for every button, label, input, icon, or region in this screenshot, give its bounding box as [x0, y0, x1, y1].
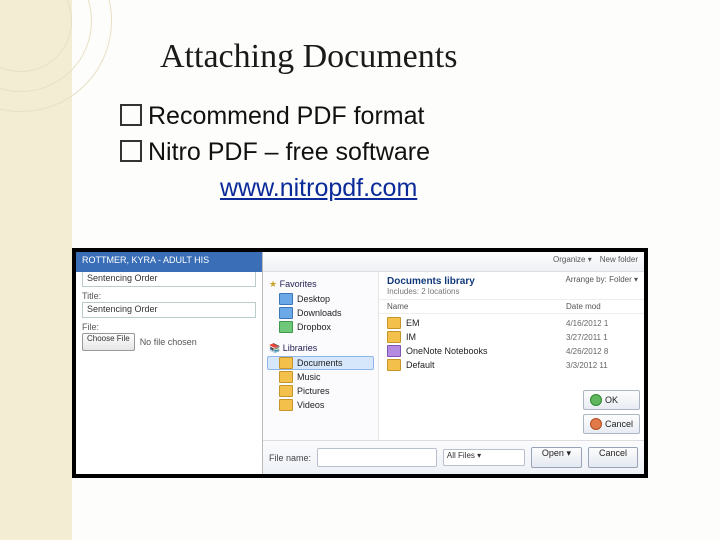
app-action-buttons: OK Cancel	[583, 390, 640, 434]
file-row[interactable]: IM3/27/2011 1	[387, 330, 636, 344]
library-subtitle: Includes: 2 locations	[379, 287, 644, 300]
dialog-nav-pane: ★ Favorites Desktop Downloads Dropbox 📚 …	[263, 272, 379, 440]
toolbar-newfolder[interactable]: New folder	[600, 255, 638, 268]
folder-icon	[387, 359, 401, 371]
choose-file-status: No file chosen	[140, 337, 197, 347]
music-icon	[279, 371, 293, 383]
nitropdf-link[interactable]: www.nitropdf.com	[220, 172, 430, 206]
bullet-text-1: Recommend PDF format	[148, 100, 424, 134]
file-row[interactable]: EM4/16/2012 1	[387, 316, 636, 330]
dialog-bottom-bar: File name: All Files ▾ Open ▾ Cancel	[263, 440, 644, 474]
dropbox-icon	[279, 321, 293, 333]
folder-icon	[387, 317, 401, 329]
videos-icon	[279, 399, 293, 411]
nav-header-libraries: 📚 Libraries	[269, 343, 374, 354]
documents-icon	[279, 357, 293, 369]
nav-item-music[interactable]: Music	[267, 370, 374, 384]
cancel-icon	[590, 418, 602, 430]
screenshot-frame: ROTTMER, KYRA - ADULT HIS Type: Sentenci…	[72, 248, 648, 478]
toolbar-organize[interactable]: Organize ▾	[553, 255, 592, 268]
nav-item-videos[interactable]: Videos	[267, 398, 374, 412]
open-button[interactable]: Open ▾	[531, 447, 582, 468]
folder-icon	[387, 331, 401, 343]
file-row[interactable]: Default3/3/2012 11	[387, 358, 636, 372]
ok-icon	[590, 394, 602, 406]
file-row[interactable]: OneNote Notebooks4/26/2012 8	[387, 344, 636, 358]
slide-body: Recommend PDF format Nitro PDF – free so…	[120, 100, 430, 205]
app-form-panel: ROTTMER, KYRA - ADULT HIS Type: Sentenci…	[76, 252, 263, 474]
pictures-icon	[279, 385, 293, 397]
bullet-icon	[120, 104, 142, 126]
filename-input[interactable]	[317, 448, 437, 467]
cancel-button[interactable]: Cancel	[583, 414, 640, 434]
choose-file-button[interactable]: Choose File	[82, 333, 135, 351]
bullet-text-2: Nitro PDF – free software	[148, 136, 430, 170]
nav-item-documents[interactable]: Documents	[267, 356, 374, 370]
bullet-icon	[120, 140, 142, 162]
slide-title: Attaching Documents	[160, 38, 457, 76]
nav-item-dropbox[interactable]: Dropbox	[267, 320, 374, 334]
downloads-icon	[279, 307, 293, 319]
col-name[interactable]: Name	[387, 302, 566, 311]
column-headers[interactable]: Name Date mod	[379, 300, 644, 314]
nav-item-downloads[interactable]: Downloads	[267, 306, 374, 320]
ok-button[interactable]: OK	[583, 390, 640, 410]
label-file: File:	[82, 322, 256, 332]
nav-item-pictures[interactable]: Pictures	[267, 384, 374, 398]
arrange-by[interactable]: Arrange by: Folder ▾	[566, 275, 639, 284]
nav-header-favorites: ★ Favorites	[269, 279, 374, 290]
desktop-icon	[279, 293, 293, 305]
field-title[interactable]: Sentencing Order	[82, 302, 256, 318]
dialog-cancel-button[interactable]: Cancel	[588, 447, 638, 468]
col-date[interactable]: Date mod	[566, 302, 636, 311]
file-open-dialog: Organize ▾ New folder ★ Favorites Deskto…	[262, 252, 644, 474]
filename-label: File name:	[269, 453, 311, 463]
field-type[interactable]: Sentencing Order	[82, 271, 256, 287]
dialog-toolbar: Organize ▾ New folder	[263, 252, 644, 272]
app-header: ROTTMER, KYRA - ADULT HIS	[76, 252, 262, 272]
filetype-select[interactable]: All Files ▾	[443, 449, 525, 466]
folder-icon	[387, 345, 401, 357]
nav-item-desktop[interactable]: Desktop	[267, 292, 374, 306]
label-title: Title:	[82, 291, 256, 301]
